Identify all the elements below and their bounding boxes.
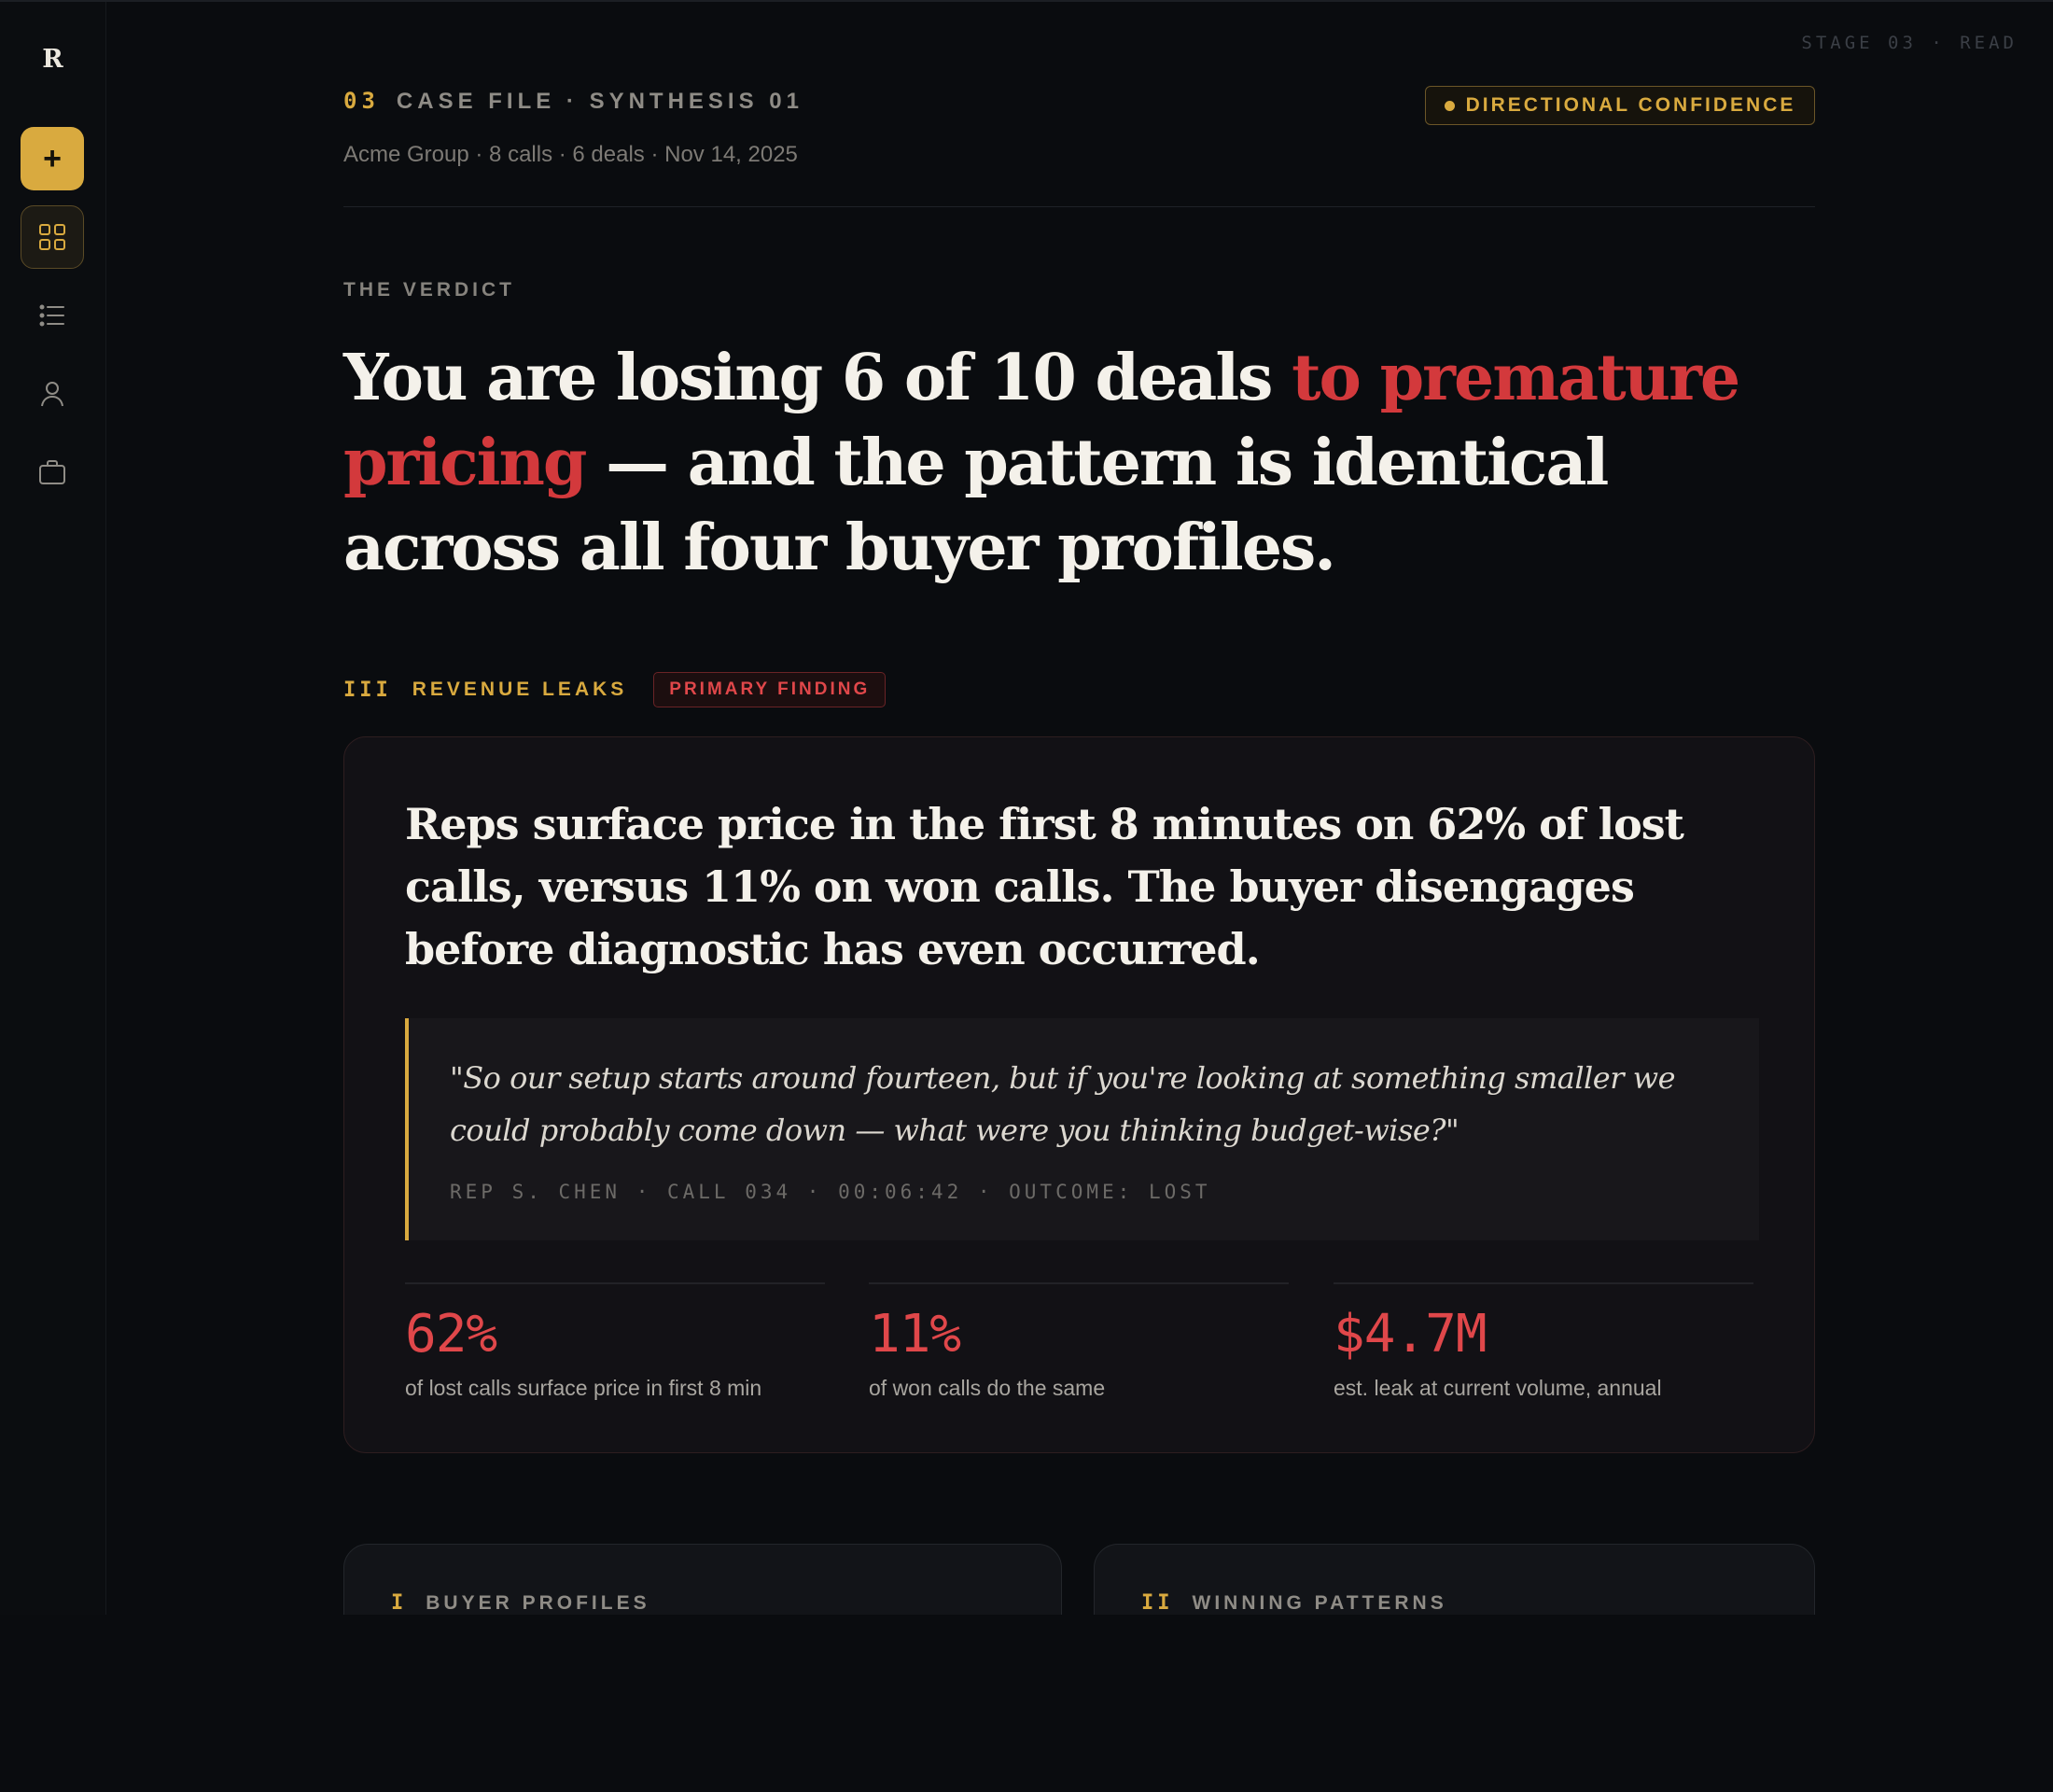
stat-annual-leak: $4.7M est. leak at current volume, annua… <box>1334 1282 1753 1401</box>
stat-lost-calls: 62% of lost calls surface price in first… <box>405 1282 825 1401</box>
stat-value: $4.7M <box>1334 1304 1487 1365</box>
stat-label: of lost calls surface price in first 8 m… <box>405 1376 762 1400</box>
call-quote: "So our setup starts around fourteen, bu… <box>405 1018 1759 1240</box>
card-header: II WINNING PATTERNS <box>1141 1591 1447 1615</box>
card-numeral: II <box>1141 1591 1174 1615</box>
section-header-revenue-leaks: III REVENUE LEAKS PRIMARY FINDING <box>343 672 887 707</box>
finding-card: Reps surface price in the first 8 minute… <box>343 736 1815 1453</box>
new-case-button[interactable]: + <box>21 127 84 190</box>
headline-part-1: You are losing 6 of 10 deals <box>343 341 1292 415</box>
sidebar-item-deals[interactable] <box>21 441 84 504</box>
case-file-eyebrow: 03 CASE FILE · SYNTHESIS 01 <box>343 88 803 115</box>
confidence-label: DIRECTIONAL CONFIDENCE <box>1465 94 1796 116</box>
case-number: 03 <box>343 88 380 114</box>
card-title: WINNING PATTERNS <box>1192 1591 1447 1614</box>
stat-won-calls: 11% of won calls do the same <box>869 1282 1289 1401</box>
primary-finding-badge: PRIMARY FINDING <box>653 672 887 707</box>
empty-backdrop <box>0 1615 2053 1792</box>
card-title: BUYER PROFILES <box>426 1591 650 1614</box>
sidebar-rail: R + <box>0 2 106 1617</box>
case-meta: Acme Group · 8 calls · 6 deals · Nov 14,… <box>343 142 798 167</box>
stat-label: of won calls do the same <box>869 1376 1106 1400</box>
list-icon <box>39 304 64 327</box>
confidence-badge: DIRECTIONAL CONFIDENCE <box>1425 86 1815 125</box>
app-window: R + STAGE 03 · READ 03 CASE FILE · SYNTH… <box>0 0 2053 1617</box>
card-header: I BUYER PROFILES <box>391 1591 650 1615</box>
finding-statement: Reps surface price in the first 8 minute… <box>405 799 1684 974</box>
stat-value: 11% <box>869 1304 961 1365</box>
verdict-headline: You are losing 6 of 10 deals to prematur… <box>343 336 1818 591</box>
sidebar-item-profile[interactable] <box>21 362 84 426</box>
status-dot-icon <box>1444 100 1455 111</box>
plus-icon: + <box>43 140 62 176</box>
section-numeral: III <box>343 678 392 702</box>
header-divider <box>343 206 1815 207</box>
briefcase-icon <box>39 460 65 484</box>
winning-patterns-card[interactable]: II WINNING PATTERNS <box>1094 1544 1815 1617</box>
dashboard-grid-icon <box>39 224 65 250</box>
stat-value: 62% <box>405 1304 497 1365</box>
stage-indicator: STAGE 03 · READ <box>1801 33 2018 53</box>
quote-citation: REP S. CHEN · CALL 034 · 00:06:42 · OUTC… <box>450 1181 1211 1203</box>
case-file-title: CASE FILE · SYNTHESIS 01 <box>396 89 803 114</box>
quote-text: "So our setup starts around fourteen, bu… <box>450 1060 1676 1148</box>
sidebar-item-dashboard[interactable] <box>21 205 84 269</box>
section-title: REVENUE LEAKS <box>412 679 628 700</box>
verdict-label: THE VERDICT <box>343 279 516 301</box>
sidebar-item-list[interactable] <box>21 284 84 347</box>
app-logo: R <box>42 45 63 74</box>
buyer-profiles-card[interactable]: I BUYER PROFILES <box>343 1544 1062 1617</box>
card-numeral: I <box>391 1591 408 1615</box>
stat-label: est. leak at current volume, annual <box>1334 1376 1662 1400</box>
user-icon <box>41 382 63 407</box>
